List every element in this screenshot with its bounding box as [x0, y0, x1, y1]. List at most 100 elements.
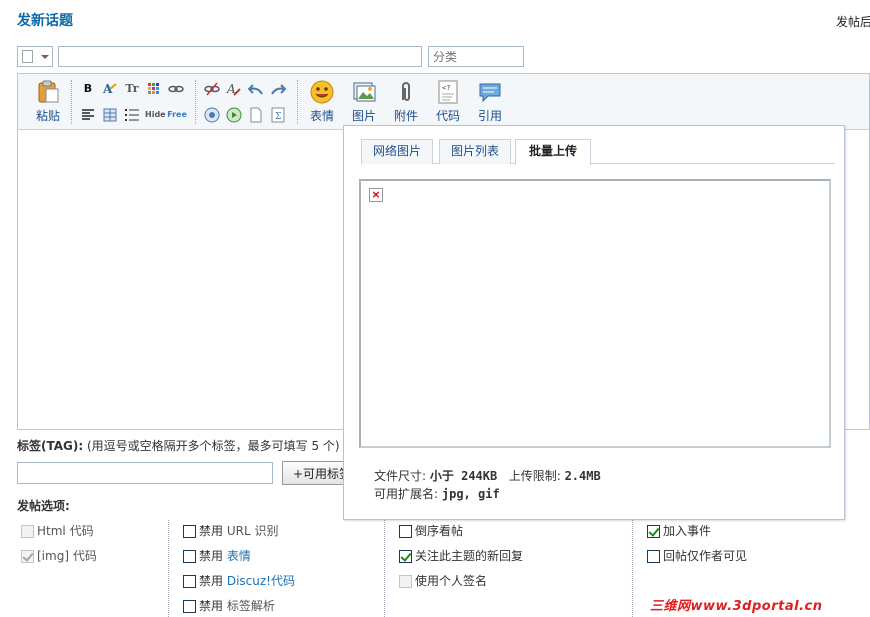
html-code-checkbox[interactable] — [21, 525, 34, 538]
tag-label-hint: (用逗号或空格隔开多个标签，最多可填写 5 个) — [83, 439, 340, 453]
redo-icon[interactable] — [270, 81, 287, 97]
tab-web-image[interactable]: 网络图片 — [361, 139, 433, 164]
svg-text:Σ: Σ — [275, 112, 281, 122]
font-size-icon[interactable]: Tr — [124, 81, 140, 97]
extension-label: 可用扩展名: — [374, 487, 439, 501]
image-popup-tabs: 网络图片 图片列表 批量上传 — [361, 137, 835, 165]
disable-discuz-code-checkbox[interactable] — [183, 575, 196, 588]
available-tags-button[interactable]: +可用标签 — [282, 461, 352, 485]
option-follow-replies[interactable]: 关注此主题的新回复 — [399, 547, 523, 563]
clipboard-icon — [38, 80, 59, 103]
media-icon[interactable] — [226, 107, 242, 123]
option-img-code[interactable]: [img] 代码 — [21, 547, 97, 563]
option-add-event[interactable]: 加入事件 — [647, 522, 711, 538]
tab-batch-upload[interactable]: 批量上传 — [515, 139, 591, 165]
quote-label: 引用 — [477, 109, 502, 123]
tag-input[interactable] — [17, 462, 273, 484]
batch-upload-area[interactable]: × — [359, 179, 831, 448]
option-disable-tag-parse[interactable]: 禁用 标签解析 — [183, 597, 275, 613]
smiley-icon — [310, 80, 334, 104]
code-label: 代码 — [435, 109, 460, 123]
option-reply-author-only[interactable]: 回帖仅作者可见 — [647, 547, 747, 563]
image-upload-popup: 网络图片 图片列表 批量上传 × 文件尺寸: 小于 244KB 上传限制: 2.… — [343, 125, 845, 520]
option-label: 使用个人签名 — [415, 574, 488, 588]
option-prefix: 禁用 — [199, 524, 224, 538]
disable-smilies-checkbox[interactable] — [183, 550, 196, 563]
tag-label: 标签(TAG): (用逗号或空格隔开多个标签，最多可填写 5 个) — [17, 437, 340, 454]
file-size-info: 文件尺寸: 小于 244KB 上传限制: 2.4MB — [374, 467, 601, 484]
add-event-checkbox[interactable] — [647, 525, 660, 538]
img-code-checkbox[interactable] — [21, 550, 34, 563]
smilies-link[interactable]: 表情 — [227, 549, 251, 563]
option-disable-url[interactable]: 禁用 URL 识别 — [183, 522, 278, 538]
options-divider — [168, 520, 169, 617]
color-grid-icon[interactable] — [146, 81, 162, 97]
unlink-icon[interactable] — [204, 81, 220, 97]
post-options-title: 发帖选项: — [17, 499, 70, 513]
option-prefix: 禁用 — [199, 599, 224, 613]
paperclip-icon — [402, 82, 410, 101]
image-icon — [353, 82, 376, 102]
option-label: 关注此主题的新回复 — [415, 549, 524, 563]
flash-icon[interactable] — [204, 107, 220, 123]
option-reverse-order[interactable]: 倒序看帖 — [399, 522, 463, 538]
free-icon[interactable]: Free — [167, 107, 187, 123]
reverse-order-checkbox[interactable] — [399, 525, 412, 538]
tab-image-list[interactable]: 图片列表 — [439, 139, 511, 164]
extension-info: 可用扩展名: jpg, gif — [374, 485, 500, 502]
speech-bubble-icon — [479, 83, 501, 103]
paste-label: 粘贴 — [35, 109, 60, 123]
option-use-signature[interactable]: 使用个人签名 — [399, 572, 487, 588]
undo-icon[interactable] — [247, 81, 264, 97]
editor-toolbar: 粘贴 B A Tr A Hide Free Σ 表情 图片 附件 <? 代码 引… — [18, 74, 869, 130]
attachment-button[interactable]: 附件 — [388, 80, 424, 126]
option-label: 倒序看帖 — [415, 524, 464, 538]
hide-icon[interactable]: Hide — [145, 107, 166, 123]
quote-button[interactable]: 引用 — [472, 80, 508, 126]
option-label: Html 代码 — [37, 524, 94, 538]
image-label: 图片 — [351, 109, 376, 123]
option-label: 回帖仅作者可见 — [663, 549, 748, 563]
reply-author-only-checkbox[interactable] — [647, 550, 660, 563]
category-input[interactable] — [428, 46, 524, 67]
upload-limit-label: 上传限制: — [508, 469, 561, 483]
code-button[interactable]: <? 代码 — [430, 80, 466, 126]
disable-tag-parse-checkbox[interactable] — [183, 600, 196, 613]
option-disable-discuz-code[interactable]: 禁用 Discuz!代码 — [183, 572, 295, 588]
svg-text:<?: <? — [442, 84, 450, 92]
options-divider — [632, 520, 633, 617]
site-watermark: 三维网www.3dportal.cn — [650, 599, 823, 614]
option-label: 标签解析 — [226, 599, 275, 613]
broken-image-icon: × — [369, 188, 383, 202]
subject-input[interactable] — [58, 46, 422, 67]
clear-format-icon[interactable]: A — [226, 81, 242, 97]
paste-button[interactable]: 粘贴 — [30, 80, 66, 126]
use-signature-checkbox[interactable] — [399, 575, 412, 588]
follow-replies-checkbox[interactable] — [399, 550, 412, 563]
align-icon[interactable] — [80, 107, 96, 123]
document-icon — [22, 50, 33, 63]
list-icon[interactable] — [124, 107, 140, 123]
page-icon[interactable] — [248, 107, 264, 123]
emoticons-button[interactable]: 表情 — [304, 80, 340, 126]
post-type-select[interactable] — [17, 46, 53, 67]
option-prefix: 禁用 — [199, 549, 224, 563]
image-button[interactable]: 图片 — [346, 80, 382, 126]
option-prefix: 禁用 — [199, 574, 224, 588]
toolbar-divider — [297, 80, 298, 124]
options-divider — [384, 520, 385, 617]
link-icon[interactable] — [168, 81, 184, 97]
disable-url-checkbox[interactable] — [183, 525, 196, 538]
page-title: 发新话题 — [17, 13, 73, 29]
option-disable-smilies[interactable]: 禁用 表情 — [183, 547, 251, 563]
font-color-icon[interactable]: A — [102, 81, 118, 97]
attachment-label: 附件 — [393, 109, 418, 123]
tag-label-title: 标签(TAG): — [17, 439, 84, 453]
discuz-code-link[interactable]: Discuz!代码 — [227, 574, 295, 588]
formula-icon[interactable]: Σ — [270, 107, 286, 123]
table-icon[interactable] — [102, 107, 118, 123]
bold-icon[interactable]: B — [80, 81, 96, 97]
file-size-label: 文件尺寸: — [374, 469, 427, 483]
option-html-code[interactable]: Html 代码 — [21, 522, 94, 538]
toolbar-divider — [195, 80, 196, 124]
